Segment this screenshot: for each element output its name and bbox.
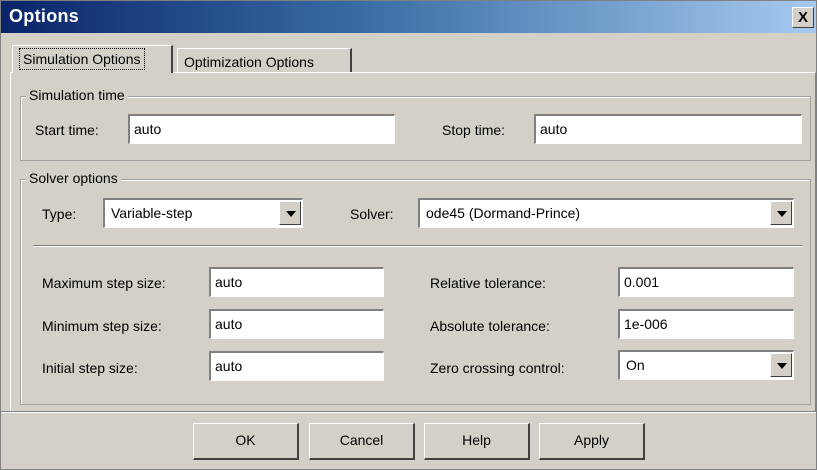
type-select-value: Variable-step [111, 205, 193, 221]
start-time-label: Start time: [35, 122, 99, 138]
min-step-label: Minimum step size: [42, 318, 162, 334]
options-dialog: Options X Simulation Options Optimizatio… [0, 0, 817, 470]
title-bar[interactable]: Options X [1, 1, 816, 33]
absolute-tolerance-label: Absolute tolerance: [430, 318, 550, 334]
type-label: Type: [42, 206, 77, 222]
apply-button[interactable]: Apply [539, 423, 645, 460]
close-button[interactable]: X [792, 7, 814, 28]
initial-step-label: Initial step size: [42, 360, 138, 376]
relative-tolerance-label: Relative tolerance: [430, 275, 546, 291]
min-step-input[interactable]: auto [209, 309, 384, 339]
tab-label: Optimization Options [184, 54, 314, 70]
solver-select[interactable]: ode45 (Dormand-Prince) [418, 198, 794, 228]
relative-tolerance-input[interactable]: 0.001 [618, 267, 794, 297]
chevron-down-icon[interactable] [279, 201, 301, 225]
tab-simulation-options[interactable]: Simulation Options [12, 45, 173, 73]
zero-crossing-select[interactable]: On [618, 350, 794, 380]
solver-separator [33, 245, 803, 247]
max-step-input[interactable]: auto [209, 267, 384, 297]
cancel-button[interactable]: Cancel [309, 423, 415, 460]
absolute-tolerance-input[interactable]: 1e-006 [618, 309, 794, 339]
close-icon: X [797, 9, 808, 26]
stop-time-label: Stop time: [442, 122, 506, 138]
solver-label: Solver: [350, 206, 394, 222]
tab-label: Simulation Options [19, 48, 145, 70]
chevron-down-icon[interactable] [770, 353, 792, 377]
zero-crossing-label: Zero crossing control: [430, 360, 565, 376]
max-step-label: Maximum step size: [42, 275, 166, 291]
tab-optimization-options[interactable]: Optimization Options [177, 48, 352, 73]
stop-time-input[interactable]: auto [534, 114, 802, 144]
simulation-time-legend: Simulation time [26, 87, 128, 103]
type-select[interactable]: Variable-step [103, 198, 303, 228]
solver-options-legend: Solver options [26, 170, 121, 186]
ok-button[interactable]: OK [193, 423, 299, 460]
chevron-down-icon[interactable] [770, 201, 792, 225]
initial-step-input[interactable]: auto [209, 351, 384, 381]
help-button[interactable]: Help [424, 423, 530, 460]
zero-crossing-value: On [626, 357, 645, 373]
window-title: Options [9, 6, 80, 26]
bottom-separator [1, 411, 816, 413]
solver-select-value: ode45 (Dormand-Prince) [426, 205, 581, 221]
start-time-input[interactable]: auto [128, 114, 395, 144]
